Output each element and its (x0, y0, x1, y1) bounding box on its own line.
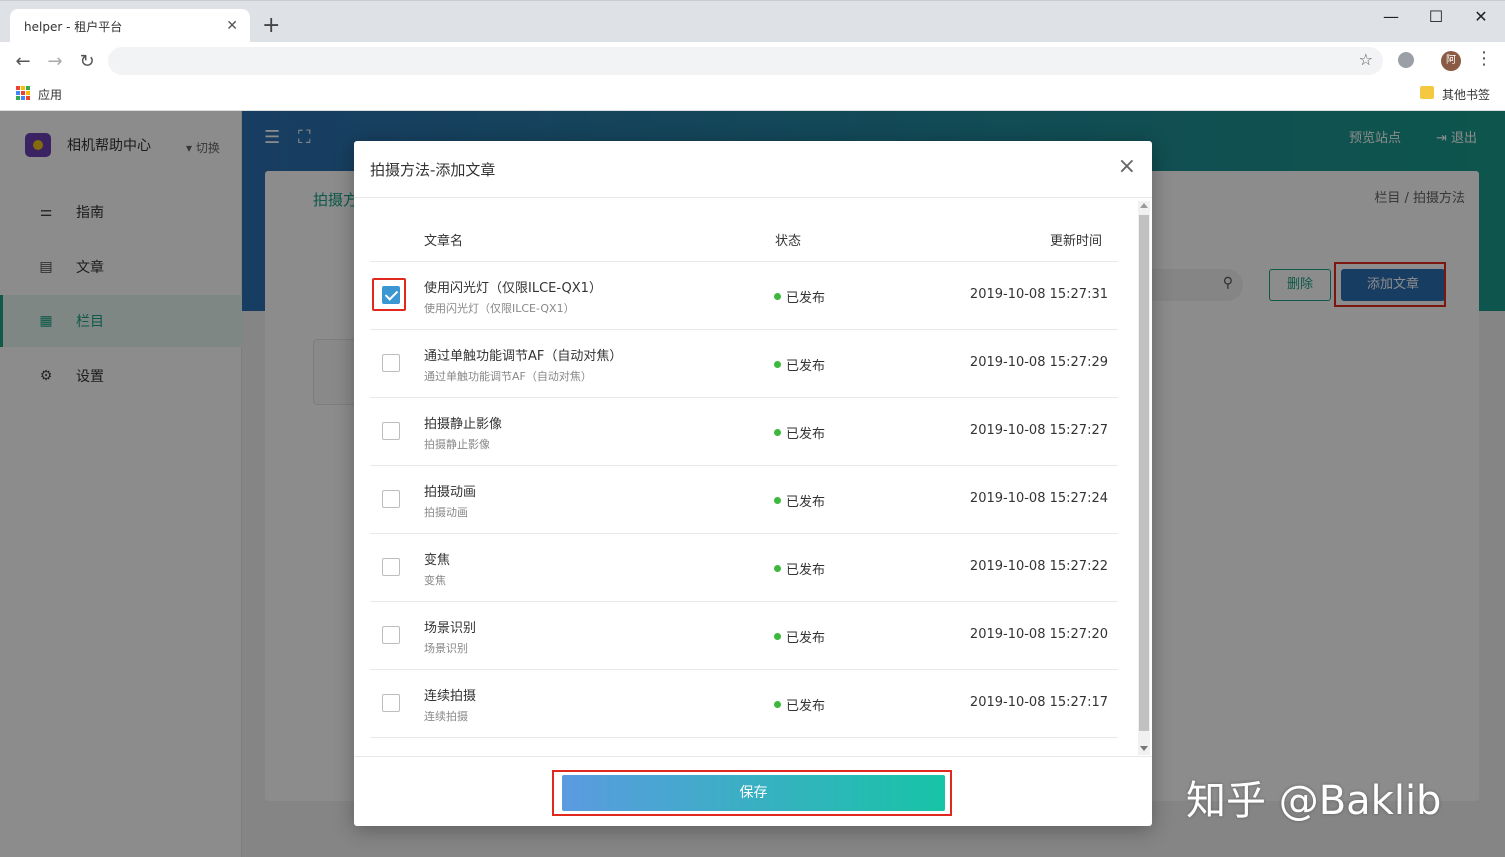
row-checkbox[interactable] (382, 354, 400, 372)
table-row[interactable]: 连续拍摄 连续拍摄 已发布 2019-10-08 15:27:17 (370, 670, 1118, 738)
article-subtitle: 连续拍摄 (424, 710, 468, 723)
browser-tab[interactable]: helper - 租户平台 ✕ (10, 9, 250, 43)
bookmark-apps[interactable]: 应用 (38, 86, 62, 103)
new-tab-button[interactable]: + (262, 13, 280, 39)
status-badge: 已发布 (774, 287, 825, 306)
article-subtitle: 通过单触功能调节AF（自动对焦） (424, 370, 592, 383)
article-title: 场景识别 (424, 621, 477, 636)
checkbox-highlight (372, 278, 406, 311)
row-checkbox[interactable] (382, 490, 400, 508)
apps-grid-icon[interactable] (16, 86, 30, 100)
table-row[interactable]: 场景识别 场景识别 已发布 2019-10-08 15:27:20 (370, 602, 1118, 670)
folder-icon (1420, 86, 1434, 99)
browser-tab-bar: helper - 租户平台 ✕ + — ☐ ✕ (0, 0, 1505, 43)
watermark: 知乎 @Baklib (1186, 778, 1442, 824)
article-title: 变焦 (424, 553, 451, 568)
updated-time: 2019-10-08 15:27:24 (969, 491, 1108, 506)
extension-icon[interactable] (1398, 52, 1414, 68)
table-row[interactable]: 拍摄静止影像 拍摄静止影像 已发布 2019-10-08 15:27:27 (370, 398, 1118, 466)
modal-scrollbar[interactable] (1138, 201, 1150, 755)
status-badge: 已发布 (774, 627, 825, 646)
status-badge: 已发布 (774, 355, 825, 374)
bookmark-star-icon[interactable]: ☆ (1359, 50, 1373, 69)
updated-time: 2019-10-08 15:27:31 (969, 287, 1108, 302)
scroll-up-icon[interactable] (1140, 203, 1148, 208)
article-title: 拍摄静止影像 (424, 417, 503, 432)
updated-time: 2019-10-08 15:27:27 (969, 423, 1108, 438)
browser-menu-icon[interactable]: ⋮ (1475, 48, 1493, 69)
table-row[interactable]: 拍摄动画 拍摄动画 已发布 2019-10-08 15:27:24 (370, 466, 1118, 534)
article-subtitle: 拍摄动画 (424, 506, 468, 519)
modal-body: 文章名 状态 更新时间 使用闪光灯（仅限ILCE-QX1） 使用闪光灯（仅限IL… (354, 199, 1152, 755)
close-icon[interactable]: × (1118, 155, 1136, 179)
updated-time: 2019-10-08 15:27:20 (969, 627, 1108, 642)
status-dot-icon (774, 701, 781, 708)
status-text: 已发布 (786, 291, 826, 306)
status-dot-icon (774, 429, 781, 436)
scroll-thumb[interactable] (1139, 215, 1149, 731)
updated-time: 2019-10-08 15:27:22 (969, 559, 1108, 574)
status-text: 已发布 (786, 563, 826, 578)
status-text: 已发布 (786, 631, 826, 646)
table-row[interactable]: 通过单触功能调节AF（自动对焦） 通过单触功能调节AF（自动对焦） 已发布 20… (370, 330, 1118, 398)
column-header-status: 状态 (775, 234, 802, 249)
modal-header: 拍摄方法-添加文章 × (354, 141, 1152, 198)
article-title: 拍摄动画 (424, 485, 477, 500)
status-dot-icon (774, 361, 781, 368)
scroll-down-icon[interactable] (1140, 746, 1148, 751)
tab-close-icon[interactable]: ✕ (226, 18, 238, 34)
status-badge: 已发布 (774, 695, 825, 714)
status-dot-icon (774, 293, 781, 300)
article-subtitle: 变焦 (424, 574, 446, 587)
status-badge: 已发布 (774, 423, 825, 442)
bookmarks-bar: 应用 其他书签 (0, 80, 1505, 111)
status-dot-icon (774, 497, 781, 504)
row-checkbox[interactable] (382, 626, 400, 644)
updated-time: 2019-10-08 15:27:29 (969, 355, 1108, 370)
status-badge: 已发布 (774, 491, 825, 510)
browser-toolbar: ← → ↻ ☆ 阿 ⋮ (0, 42, 1505, 80)
column-header-name: 文章名 (424, 234, 464, 249)
status-text: 已发布 (786, 427, 826, 442)
address-bar[interactable]: ☆ (108, 47, 1383, 75)
status-dot-icon (774, 633, 781, 640)
maximize-button[interactable]: ☐ (1416, 5, 1456, 29)
table-row[interactable]: 变焦 变焦 已发布 2019-10-08 15:27:22 (370, 534, 1118, 602)
status-text: 已发布 (786, 495, 826, 510)
updated-time: 2019-10-08 15:27:17 (969, 695, 1108, 710)
profile-avatar[interactable]: 阿 (1441, 51, 1461, 71)
table-row[interactable]: 使用闪光灯（仅限ILCE-QX1） 使用闪光灯（仅限ILCE-QX1） 已发布 … (370, 262, 1118, 330)
bookmark-other[interactable]: 其他书签 (1442, 86, 1490, 103)
column-header-updated: 更新时间 (1050, 234, 1103, 249)
status-text: 已发布 (786, 699, 826, 714)
article-subtitle: 拍摄静止影像 (424, 438, 490, 451)
minimize-button[interactable]: — (1371, 5, 1411, 29)
modal-footer: 保存 (354, 756, 1152, 826)
modal-title: 拍摄方法-添加文章 (370, 161, 496, 179)
back-icon[interactable]: ← (10, 49, 36, 75)
status-badge: 已发布 (774, 559, 825, 578)
status-text: 已发布 (786, 359, 826, 374)
article-title: 连续拍摄 (424, 689, 477, 704)
save-button[interactable]: 保存 (562, 775, 945, 811)
row-checkbox[interactable] (382, 422, 400, 440)
status-dot-icon (774, 565, 781, 572)
tab-title: helper - 租户平台 (24, 19, 123, 34)
window-close-button[interactable]: ✕ (1461, 5, 1501, 29)
forward-icon[interactable]: → (42, 49, 68, 75)
article-title: 使用闪光灯（仅限ILCE-QX1） (424, 281, 602, 296)
article-subtitle: 场景识别 (424, 642, 468, 655)
row-checkbox[interactable] (382, 694, 400, 712)
reload-icon[interactable]: ↻ (74, 49, 100, 75)
article-title: 通过单触功能调节AF（自动对焦） (424, 349, 623, 364)
row-checkbox[interactable] (382, 558, 400, 576)
add-article-modal: 拍摄方法-添加文章 × 文章名 状态 更新时间 使用闪光灯（仅限ILCE-QX1… (354, 141, 1152, 826)
article-subtitle: 使用闪光灯（仅限ILCE-QX1） (424, 302, 575, 315)
